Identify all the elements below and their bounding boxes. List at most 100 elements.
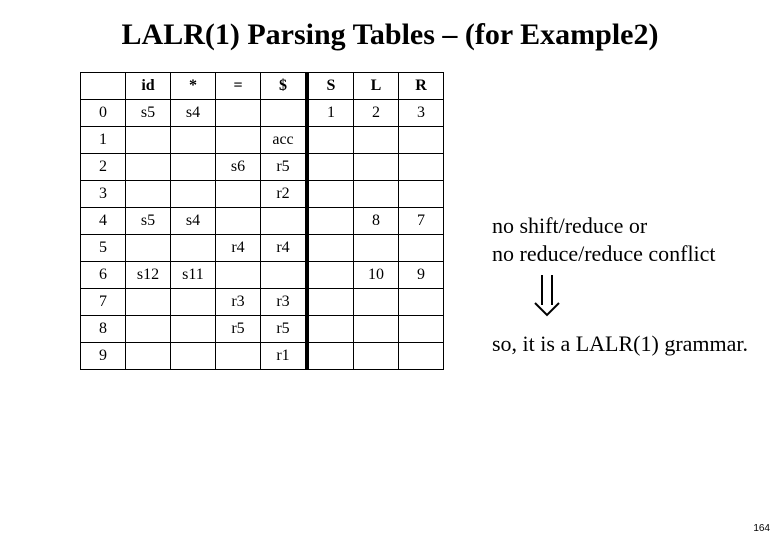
cell [399, 127, 444, 154]
cell: acc [261, 127, 308, 154]
table-row: 8 r5 r5 [81, 316, 444, 343]
cell [354, 289, 399, 316]
table-row: 2 s6 r5 [81, 154, 444, 181]
cell-state: 9 [81, 343, 126, 370]
cell [307, 289, 354, 316]
cell [171, 154, 216, 181]
table-row: 5 r4 r4 [81, 235, 444, 262]
cell: 9 [399, 262, 444, 289]
cell-state: 1 [81, 127, 126, 154]
cell [307, 316, 354, 343]
cell [126, 154, 171, 181]
cell [126, 235, 171, 262]
cell: r5 [261, 316, 308, 343]
cell [307, 235, 354, 262]
cell: 1 [307, 100, 354, 127]
cell [171, 127, 216, 154]
cell [216, 127, 261, 154]
cell: s4 [171, 208, 216, 235]
cell [261, 208, 308, 235]
cell [354, 127, 399, 154]
cell [216, 100, 261, 127]
parsing-table: id * = $ S L R 0 s5 s4 1 2 3 1 [80, 72, 444, 370]
cell [399, 316, 444, 343]
down-arrow-icon [532, 273, 748, 324]
cell [354, 154, 399, 181]
cell [171, 316, 216, 343]
cell: r3 [261, 289, 308, 316]
cell [171, 289, 216, 316]
cell: r4 [261, 235, 308, 262]
cell [216, 343, 261, 370]
side-notes: no shift/reduce or no reduce/reduce conf… [492, 212, 748, 357]
cell: r5 [216, 316, 261, 343]
col-state [81, 73, 126, 100]
page-title: LALR(1) Parsing Tables – (for Example2) [0, 18, 780, 52]
cell [399, 343, 444, 370]
table-row: 7 r3 r3 [81, 289, 444, 316]
cell [126, 289, 171, 316]
cell [354, 343, 399, 370]
table-row: 6 s12 s11 10 9 [81, 262, 444, 289]
col-star: * [171, 73, 216, 100]
cell: s4 [171, 100, 216, 127]
cell-state: 5 [81, 235, 126, 262]
cell-state: 3 [81, 181, 126, 208]
cell [261, 100, 308, 127]
note-no-conflict-line2: no reduce/reduce conflict [492, 240, 748, 268]
cell [307, 127, 354, 154]
cell [261, 262, 308, 289]
cell [307, 208, 354, 235]
cell-state: 8 [81, 316, 126, 343]
cell: r2 [261, 181, 308, 208]
cell [126, 343, 171, 370]
cell: r3 [216, 289, 261, 316]
cell: r5 [261, 154, 308, 181]
cell [399, 289, 444, 316]
cell: 2 [354, 100, 399, 127]
table-row: 1 acc [81, 127, 444, 154]
page-number: 164 [753, 523, 770, 534]
table-row: 3 r2 [81, 181, 444, 208]
note-conclusion: so, it is a LALR(1) grammar. [492, 330, 748, 358]
cell [216, 181, 261, 208]
cell: s12 [126, 262, 171, 289]
cell [307, 262, 354, 289]
col-dollar: $ [261, 73, 308, 100]
table-row: 4 s5 s4 8 7 [81, 208, 444, 235]
note-no-conflict-line1: no shift/reduce or [492, 212, 748, 240]
cell [171, 343, 216, 370]
col-S: S [307, 73, 354, 100]
cell [354, 181, 399, 208]
cell: s6 [216, 154, 261, 181]
cell: 10 [354, 262, 399, 289]
cell: 3 [399, 100, 444, 127]
cell: 8 [354, 208, 399, 235]
table-row: 9 r1 [81, 343, 444, 370]
cell-state: 0 [81, 100, 126, 127]
cell [171, 235, 216, 262]
cell [216, 208, 261, 235]
cell [216, 262, 261, 289]
cell [399, 154, 444, 181]
cell-state: 7 [81, 289, 126, 316]
cell [399, 235, 444, 262]
cell-state: 6 [81, 262, 126, 289]
cell [171, 181, 216, 208]
cell [354, 316, 399, 343]
cell: 7 [399, 208, 444, 235]
table-header-row: id * = $ S L R [81, 73, 444, 100]
cell [307, 181, 354, 208]
cell-state: 2 [81, 154, 126, 181]
col-eq: = [216, 73, 261, 100]
cell: s11 [171, 262, 216, 289]
cell [354, 235, 399, 262]
cell: r4 [216, 235, 261, 262]
cell: r1 [261, 343, 308, 370]
cell [126, 127, 171, 154]
cell [307, 154, 354, 181]
cell [307, 343, 354, 370]
col-R: R [399, 73, 444, 100]
cell [126, 181, 171, 208]
content-area: id * = $ S L R 0 s5 s4 1 2 3 1 [80, 72, 748, 370]
